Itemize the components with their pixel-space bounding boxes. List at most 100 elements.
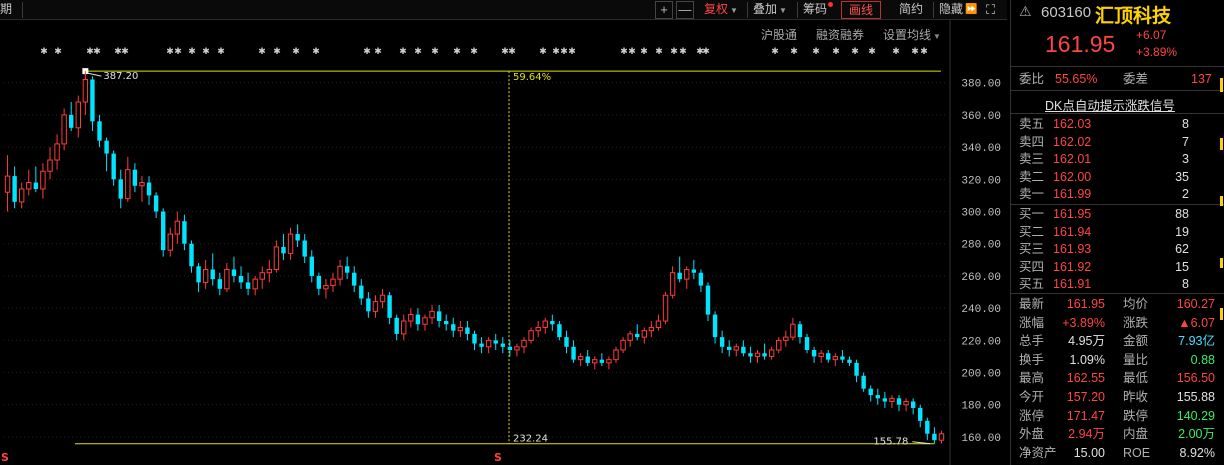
stat-value: 8.92% (1179, 445, 1215, 460)
scroll-markers[interactable] (1219, 68, 1224, 368)
candle-body-down (875, 395, 880, 399)
jianyue-button[interactable]: 简约 (899, 0, 923, 20)
candle-body-down (493, 340, 498, 344)
candle-body-up (514, 346, 520, 351)
hugutong-link[interactable]: 沪股通 (761, 26, 797, 43)
event-star-marker: ✱ (568, 47, 576, 57)
stat-value: 15.00 (1073, 445, 1105, 460)
rongzi-link[interactable]: 融资融券 (816, 26, 864, 43)
event-star-marker: ✱ (508, 47, 516, 57)
crosshair-pct-label: 59.64% (513, 72, 551, 83)
diejia-dropdown[interactable]: 叠加 ▼ (753, 0, 787, 20)
stats-row: 最新 161.95 均价 160.27 (1011, 295, 1224, 313)
chouma-label: 筹码 (803, 2, 828, 16)
period-tab[interactable]: 期 (0, 0, 12, 20)
zoom-in-button[interactable]: + (655, 1, 673, 19)
event-star-marker: ✱ (771, 47, 779, 57)
stats-row: 今开 157.20 昨收 155.88 (1011, 388, 1224, 406)
candle-body-down (146, 182, 152, 196)
event-star-marker: ✱ (273, 47, 281, 57)
dk-signal-link[interactable]: DK点自动提示涨跌信号 (1045, 95, 1175, 114)
candle-body-down (472, 333, 477, 344)
event-star-marker: ✱ (790, 47, 798, 57)
candle-body-up (259, 272, 265, 280)
event-star-marker: ✱ (670, 47, 678, 57)
event-star-marker: ✱ (702, 47, 710, 57)
candle-body-down (281, 246, 286, 254)
candle-body-up (662, 294, 669, 322)
candle-body-down (69, 114, 74, 128)
fuquan-dropdown[interactable]: 复权 ▼ (704, 0, 738, 20)
candle-body-up (613, 349, 619, 361)
weibi-label: 委比 (1019, 72, 1045, 86)
yincang-button[interactable]: 隐藏 (939, 0, 963, 20)
chouma-button[interactable]: 筹码 (803, 0, 834, 20)
candle-body-down (840, 356, 845, 360)
candle-body-down (436, 311, 442, 322)
candle-body-down (189, 243, 194, 267)
candle-body-down (132, 169, 138, 186)
ask-row: 卖五 162.03 8 (1011, 115, 1224, 133)
candle-body-down (507, 346, 513, 350)
kline-chart[interactable]: 380.00 360.00 340.00 320.00 300.00 280.00 260.… (0, 0, 1007, 465)
candle-body-down (12, 176, 17, 202)
warning-icon: ⚠ (1019, 3, 1032, 19)
candle-body-up (82, 78, 89, 103)
event-markers: ✱ ✱ ✱ ✱ ✱ ✱ ✱ ✱ ✱ ✱ ✱ ✱ ✱ ✱ ✱ ✱ ✱ ✱ ✱ ✱ ✱ ✱ ✱ ✱ ✱ ✱ ✱ ✱ ✱ ✱ ✱ ✱ ✱ ✱ ✱✱ ✱ ✱ ✱ ✱… (1, 47, 928, 464)
stats-row: 涨幅 +3.89% 涨跌 ▲6.07 (1011, 314, 1224, 332)
price-tick: 200.00 (961, 369, 1001, 381)
huaxian-button[interactable]: 画线 (841, 1, 881, 19)
divider (1011, 90, 1224, 91)
bid-volume: 88 (1175, 207, 1189, 221)
fast-forward-icon[interactable]: ⏩ (965, 0, 977, 20)
stats-row: 净资产 15.00 ROE 8.92% (1011, 444, 1224, 462)
candle-body-up (4, 175, 11, 193)
event-star-marker: ✱ (679, 47, 687, 57)
candle-body-down (719, 337, 725, 347)
candle-body-up (655, 320, 662, 328)
high-price-label: 387.20 (103, 71, 138, 82)
stat-value: 0.88 (1190, 352, 1215, 367)
candle-body-down (196, 266, 201, 283)
candle-body-up (938, 433, 945, 441)
ask-volume: 7 (1182, 134, 1189, 149)
price-change-pct: +3.89% (1136, 45, 1178, 59)
high-label-arrow (87, 72, 102, 77)
event-star-marker: ✱ (470, 47, 478, 57)
stat-label: 跌停 (1123, 408, 1149, 423)
stat-label: 最低 (1123, 371, 1149, 386)
candle-body-up (18, 188, 25, 203)
candle-body-down (238, 275, 244, 283)
event-star-marker: ✱ (851, 47, 859, 57)
candle-body-down (550, 321, 555, 325)
candle-body-down (90, 79, 95, 122)
event-star-marker: ✱ (655, 47, 663, 57)
event-star-marker: ✱ (312, 47, 320, 57)
candle-body-down (444, 321, 449, 325)
event-star-marker: ✱ (640, 47, 648, 57)
candle-body-up (372, 301, 379, 312)
zoom-out-button[interactable]: — (676, 1, 694, 19)
candle-body-up (620, 339, 626, 351)
ask-level-label: 卖三 (1019, 152, 1045, 166)
candle-body-down (33, 182, 39, 189)
event-star-marker: ✱ (552, 47, 560, 57)
candle-body-up (323, 285, 329, 290)
event-star-marker: ✱ (868, 47, 876, 57)
candle-body-down (896, 398, 902, 405)
candle-body-down (868, 388, 873, 396)
chart-toolbar: 期 + — 复权 ▼ 叠加 ▼ 筹码 画线 简约 隐藏 ⏩ ⛶ (0, 0, 1007, 20)
stats-row: 外盘 2.94万 内盘 2.00万 (1011, 425, 1224, 443)
candle-body-up (61, 114, 67, 145)
ma-settings-dropdown[interactable]: 设置均线 ▼ (883, 26, 941, 43)
candle-body-down (847, 359, 852, 363)
ask-price: 162.01 (1053, 152, 1092, 166)
event-star-marker: ✱ (812, 47, 820, 57)
weibi-value: 55.65% (1055, 72, 1098, 86)
candle-body-down (599, 359, 605, 363)
candle-body-up (641, 330, 647, 338)
stat-value: +3.89% (1062, 315, 1105, 330)
fullscreen-icon[interactable]: ⛶ (986, 0, 995, 20)
bid-price: 161.92 (1053, 259, 1092, 274)
candle-body-down (748, 353, 753, 357)
